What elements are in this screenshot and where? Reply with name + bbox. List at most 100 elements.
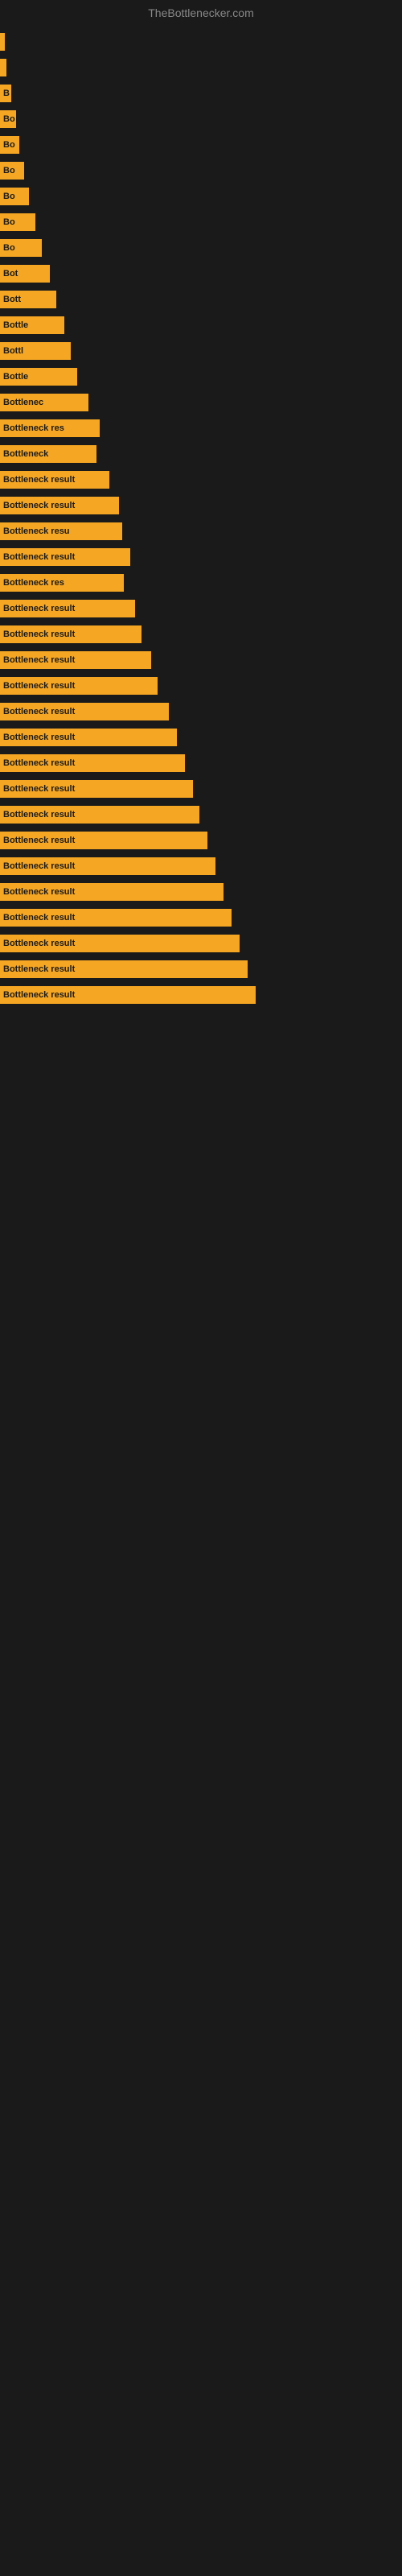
bar-14: Bottle bbox=[0, 368, 77, 386]
bar-16: Bottleneck res bbox=[0, 419, 100, 437]
bar-label-17: Bottleneck bbox=[3, 449, 48, 459]
bar-24: Bottleneck result bbox=[0, 625, 142, 643]
bar-23: Bottleneck result bbox=[0, 600, 135, 617]
bar-label-4: Bo bbox=[3, 114, 15, 124]
bar-38: Bottleneck result bbox=[0, 986, 256, 1004]
bar-row: Bottle bbox=[0, 365, 402, 388]
bar-label-29: Bottleneck result bbox=[3, 758, 75, 768]
bar-label-14: Bottle bbox=[3, 372, 28, 382]
bar-row: B bbox=[0, 82, 402, 105]
bar-label-13: Bottl bbox=[3, 346, 23, 356]
bar-label-11: Bott bbox=[3, 295, 21, 304]
site-title: TheBottlenecker.com bbox=[0, 0, 402, 23]
bar-label-28: Bottleneck result bbox=[3, 733, 75, 742]
bar-30: Bottleneck result bbox=[0, 780, 193, 798]
bar-label-21: Bottleneck result bbox=[3, 552, 75, 562]
bar-label-35: Bottleneck result bbox=[3, 913, 75, 923]
bar-label-10: Bot bbox=[3, 269, 18, 279]
bar-row: Bo bbox=[0, 237, 402, 259]
bar-7: Bo bbox=[0, 188, 29, 205]
bar-label-24: Bottleneck result bbox=[3, 630, 75, 639]
bar-10: Bot bbox=[0, 265, 50, 283]
bar-4: Bo bbox=[0, 110, 16, 128]
bar-row: Bo bbox=[0, 108, 402, 130]
bar-row: Bottleneck result bbox=[0, 623, 402, 646]
bar-32: Bottleneck result bbox=[0, 832, 207, 849]
bar-34: Bottleneck result bbox=[0, 883, 224, 901]
bar-row: Bo bbox=[0, 185, 402, 208]
bar-row: Bottleneck result bbox=[0, 906, 402, 929]
bar-label-36: Bottleneck result bbox=[3, 939, 75, 948]
bar-label-37: Bottleneck result bbox=[3, 964, 75, 974]
bar-row: Bottlenec bbox=[0, 391, 402, 414]
bar-1 bbox=[0, 33, 5, 51]
bar-22: Bottleneck res bbox=[0, 574, 124, 592]
bar-label-25: Bottleneck result bbox=[3, 655, 75, 665]
bar-row: Bo bbox=[0, 134, 402, 156]
bar-26: Bottleneck result bbox=[0, 677, 158, 695]
bar-31: Bottleneck result bbox=[0, 806, 199, 824]
bar-label-19: Bottleneck result bbox=[3, 501, 75, 510]
bar-row: Bottleneck result bbox=[0, 855, 402, 877]
bar-row: Bottleneck result bbox=[0, 984, 402, 1006]
bar-9: Bo bbox=[0, 239, 42, 257]
bar-label-27: Bottleneck result bbox=[3, 707, 75, 716]
bar-18: Bottleneck result bbox=[0, 471, 109, 489]
bar-label-5: Bo bbox=[3, 140, 15, 150]
bar-label-23: Bottleneck result bbox=[3, 604, 75, 613]
bar-row: Bott bbox=[0, 288, 402, 311]
bar-label-33: Bottleneck result bbox=[3, 861, 75, 871]
bar-label-6: Bo bbox=[3, 166, 15, 175]
bars-container: B Bo Bo Bo Bo Bo Bo Bot Bott Bottle Bottl Bottle Bot… bbox=[0, 23, 402, 1006]
bar-row: Bottleneck result bbox=[0, 597, 402, 620]
bar-label-31: Bottleneck result bbox=[3, 810, 75, 819]
bar-29: Bottleneck result bbox=[0, 754, 185, 772]
bar-36: Bottleneck result bbox=[0, 935, 240, 952]
bar-label-26: Bottleneck result bbox=[3, 681, 75, 691]
bar-row: Bottleneck result bbox=[0, 778, 402, 800]
bar-35: Bottleneck result bbox=[0, 909, 232, 927]
bar-row: Bottleneck result bbox=[0, 469, 402, 491]
bar-row: Bottleneck result bbox=[0, 881, 402, 903]
bar-row: Bottleneck result bbox=[0, 726, 402, 749]
bar-row: Bot bbox=[0, 262, 402, 285]
bar-33: Bottleneck result bbox=[0, 857, 215, 875]
bar-label-9: Bo bbox=[3, 243, 15, 253]
bar-row: Bottleneck result bbox=[0, 932, 402, 955]
bar-row: Bottleneck resu bbox=[0, 520, 402, 543]
bar-15: Bottlenec bbox=[0, 394, 88, 411]
bar-row: Bottleneck result bbox=[0, 675, 402, 697]
bar-3: B bbox=[0, 85, 11, 102]
bar-20: Bottleneck resu bbox=[0, 522, 122, 540]
bar-label-8: Bo bbox=[3, 217, 15, 227]
bar-label-32: Bottleneck result bbox=[3, 836, 75, 845]
bar-5: Bo bbox=[0, 136, 19, 154]
bar-row bbox=[0, 31, 402, 53]
bar-37: Bottleneck result bbox=[0, 960, 248, 978]
bar-label-7: Bo bbox=[3, 192, 15, 201]
bar-label-30: Bottleneck result bbox=[3, 784, 75, 794]
bar-row bbox=[0, 56, 402, 79]
bar-row: Bottleneck res bbox=[0, 417, 402, 440]
bar-label-18: Bottleneck result bbox=[3, 475, 75, 485]
bar-row: Bottleneck bbox=[0, 443, 402, 465]
bar-label-12: Bottle bbox=[3, 320, 28, 330]
bar-row: Bo bbox=[0, 159, 402, 182]
bar-row: Bottleneck result bbox=[0, 700, 402, 723]
bar-label-16: Bottleneck res bbox=[3, 423, 64, 433]
bar-label-22: Bottleneck res bbox=[3, 578, 64, 588]
bar-6: Bo bbox=[0, 162, 24, 180]
bar-12: Bottle bbox=[0, 316, 64, 334]
bar-row: Bottleneck res bbox=[0, 572, 402, 594]
bar-2 bbox=[0, 59, 6, 76]
bar-row: Bottleneck result bbox=[0, 649, 402, 671]
bar-label-20: Bottleneck resu bbox=[3, 526, 70, 536]
bar-21: Bottleneck result bbox=[0, 548, 130, 566]
bar-13: Bottl bbox=[0, 342, 71, 360]
bar-28: Bottleneck result bbox=[0, 729, 177, 746]
bar-label-38: Bottleneck result bbox=[3, 990, 75, 1000]
bar-row: Bottleneck result bbox=[0, 752, 402, 774]
bar-8: Bo bbox=[0, 213, 35, 231]
bar-row: Bottle bbox=[0, 314, 402, 336]
bar-label-3: B bbox=[3, 89, 10, 98]
